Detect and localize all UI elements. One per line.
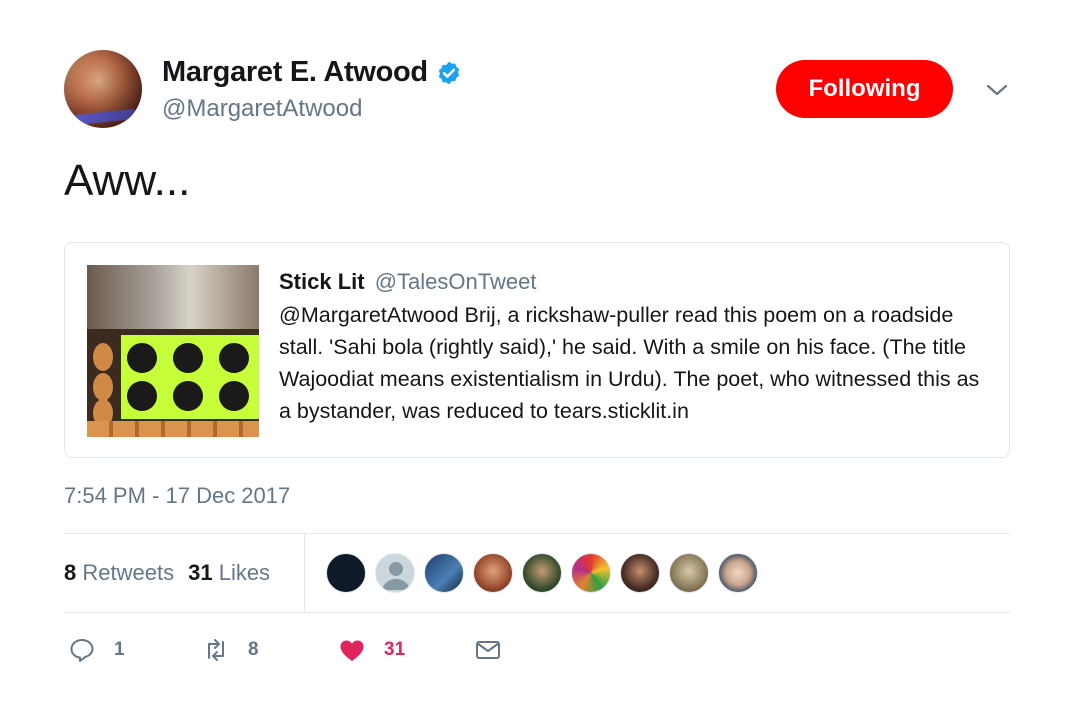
liker-avatar[interactable] [718,553,758,593]
reply-count: 1 [114,639,125,660]
stats-separator [304,533,305,613]
photo-sticker [173,343,203,373]
quoted-author-handle: @TalesOnTweet [374,269,537,294]
likers-avatars [326,553,767,593]
retweets-count: 8 [64,560,77,585]
quoted-author-name: Stick Lit [279,269,365,294]
avatar-shade [64,50,142,128]
heart-icon [340,640,364,661]
quoted-tweet-header: Stick Lit @TalesOnTweet [279,269,536,295]
divider-top [64,533,1010,534]
author-name-row[interactable]: Margaret E. Atwood [162,56,462,89]
retweets-label: Retweets [82,560,175,585]
divider-bottom [64,612,1010,613]
liker-avatar[interactable] [424,553,464,593]
photo-bread [93,373,113,401]
photo-sticker [219,343,249,373]
photo-shelf [87,265,259,329]
liker-avatar[interactable] [571,553,611,593]
envelope-icon [476,641,500,659]
quoted-tweet-card[interactable]: Stick Lit @TalesOnTweet @MargaretAtwood … [64,242,1010,458]
liker-avatar[interactable] [522,553,562,593]
photo-sticker [173,381,203,411]
retweet-count: 8 [248,639,259,660]
photo-sticker [127,381,157,411]
photo-sticker [127,343,157,373]
like-action[interactable]: 31 [338,636,405,664]
liker-avatar[interactable] [620,553,660,593]
reply-icon [70,639,94,662]
liker-avatar[interactable] [375,553,415,593]
author-name[interactable]: Margaret E. Atwood [162,56,428,89]
quoted-tweet-text: @MargaretAtwood Brij, a rickshaw-puller … [279,303,980,423]
retweet-icon [208,639,224,661]
photo-bread [93,343,113,371]
photo-sticker [219,381,249,411]
photo-bread-row [87,421,259,437]
quoted-photo-icon[interactable] [87,265,259,437]
liker-avatar[interactable] [326,553,366,593]
message-action[interactable] [474,636,502,664]
reply-action[interactable]: 1 [68,636,125,664]
retweets-stat[interactable]: 8 Retweets [64,560,174,585]
verified-badge-icon [438,61,460,84]
likes-count: 31 [188,560,213,585]
tweet-text: Aww... [64,156,191,205]
liker-avatar[interactable] [473,553,513,593]
likes-label: Likes [218,560,271,585]
like-count: 31 [384,639,406,660]
tweet-timestamp[interactable]: 7:54 PM - 17 Dec 2017 [64,483,290,509]
liker-avatar[interactable] [669,553,709,593]
following-button[interactable]: Following [776,60,953,118]
default-user-icon [382,562,410,590]
author-handle[interactable]: @MargaretAtwood [162,95,362,123]
retweet-action[interactable]: 8 [202,636,259,664]
tweet-stats: 8 Retweets 31 Likes [64,560,270,586]
likes-stat[interactable]: 31 Likes [188,560,270,585]
tweet-actions: 1 8 31 [64,636,564,670]
chevron-down-icon[interactable] [985,80,1009,100]
photo-poem-sheet [121,335,259,419]
author-avatar[interactable] [64,50,142,128]
